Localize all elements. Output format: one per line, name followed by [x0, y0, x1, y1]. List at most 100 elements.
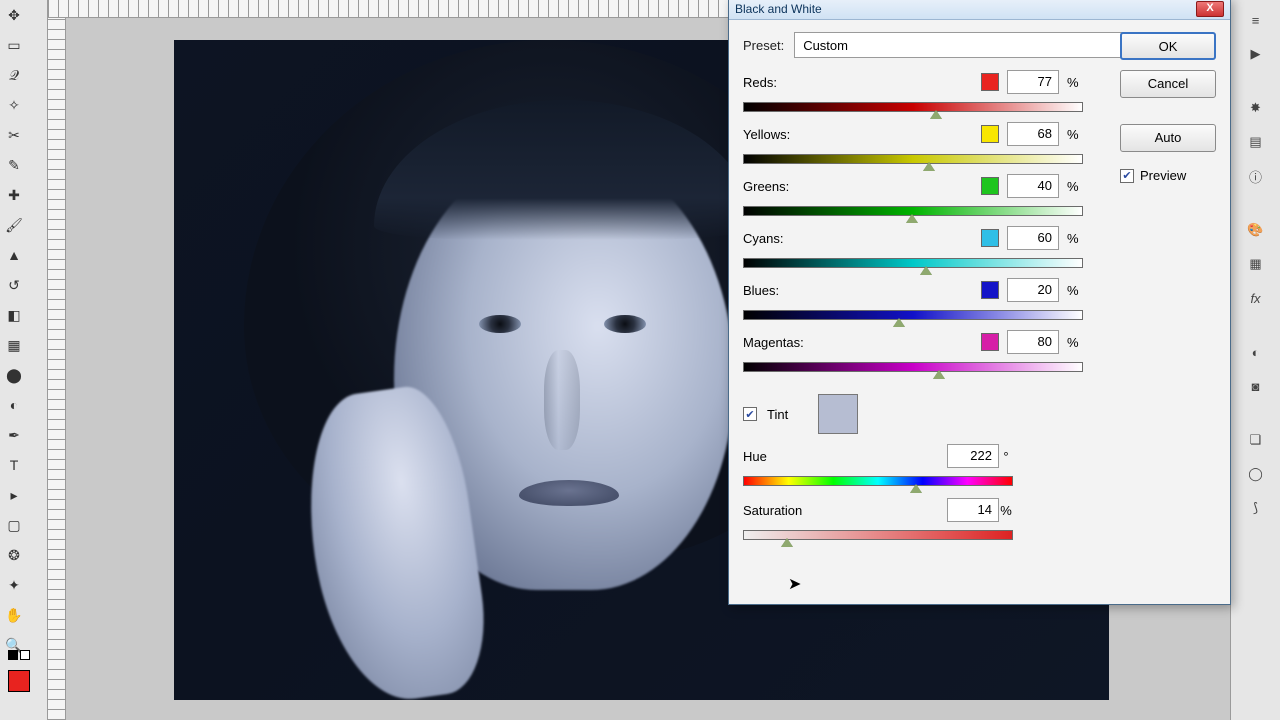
tint-checkbox[interactable]: ✔: [743, 407, 757, 421]
channel-swatch: [981, 333, 999, 351]
history-brush-tool-icon[interactable]: ↺: [2, 273, 26, 297]
percent-label: %: [1067, 335, 1083, 350]
path-select-tool-icon[interactable]: ▸: [2, 483, 26, 507]
blur-tool-icon[interactable]: ⬤: [2, 363, 26, 387]
auto-button[interactable]: Auto: [1120, 124, 1216, 152]
channel-gradient: [743, 362, 1083, 372]
histogram-icon[interactable]: ▤: [1242, 128, 1270, 156]
channel-slider[interactable]: [743, 306, 1083, 326]
channel-thumb[interactable]: [893, 318, 905, 327]
channel-slider[interactable]: [743, 254, 1083, 274]
type-tool-icon[interactable]: T: [2, 453, 26, 477]
foreground-color-swatch[interactable]: [8, 670, 30, 692]
channels-icon[interactable]: ◯: [1242, 460, 1270, 488]
channel-row: Blues:20%: [743, 278, 1083, 326]
channel-swatch: [981, 229, 999, 247]
channel-slider[interactable]: [743, 358, 1083, 378]
image-content: [479, 315, 521, 333]
channel-gradient: [743, 310, 1083, 320]
channel-swatch: [981, 73, 999, 91]
tint-label: Tint: [767, 407, 788, 422]
crop-tool-icon[interactable]: ✂: [2, 123, 26, 147]
ok-button[interactable]: OK: [1120, 32, 1216, 60]
percent-label: %: [1067, 75, 1083, 90]
channel-value-input[interactable]: 77: [1007, 70, 1059, 94]
brush-tool-icon[interactable]: 🖌: [2, 213, 26, 237]
channel-thumb[interactable]: [906, 214, 918, 223]
channel-row: Yellows:68%: [743, 122, 1083, 170]
hue-label: Hue: [743, 449, 947, 464]
hue-slider[interactable]: [743, 472, 1013, 492]
saturation-thumb[interactable]: [781, 538, 793, 547]
paths-icon[interactable]: ⟆: [1242, 494, 1270, 522]
channel-slider[interactable]: [743, 98, 1083, 118]
tint-color-swatch[interactable]: [818, 394, 858, 434]
dialog-titlebar[interactable]: Black and White X: [729, 0, 1230, 20]
channel-gradient: [743, 258, 1083, 268]
default-colors-icon[interactable]: [8, 650, 18, 660]
channel-row: Magentas: 80%: [743, 330, 1083, 378]
channel-swatch: [981, 177, 999, 195]
shape-tool-icon[interactable]: ▢: [2, 513, 26, 537]
gradient-tool-icon[interactable]: ▦: [2, 333, 26, 357]
hue-gradient: [743, 476, 1013, 486]
hue-thumb[interactable]: [910, 484, 922, 493]
cancel-button[interactable]: Cancel: [1120, 70, 1216, 98]
channel-label: Magentas:: [743, 335, 973, 350]
masks-icon[interactable]: ◙: [1242, 372, 1270, 400]
image-content: [519, 480, 619, 506]
move-tool-icon[interactable]: ✥: [2, 3, 26, 27]
adjustments-icon[interactable]: ◐: [1242, 338, 1270, 366]
channel-thumb[interactable]: [930, 110, 942, 119]
play-icon[interactable]: ▶: [1242, 40, 1270, 68]
channel-thumb[interactable]: [920, 266, 932, 275]
healing-tool-icon[interactable]: ✚: [2, 183, 26, 207]
preview-label: Preview: [1140, 168, 1186, 183]
styles-icon[interactable]: fx: [1242, 284, 1270, 312]
close-icon[interactable]: X: [1196, 1, 1224, 17]
preview-checkbox[interactable]: ✔: [1120, 169, 1134, 183]
preset-value: Custom: [803, 38, 848, 53]
dodge-tool-icon[interactable]: ◐: [2, 393, 26, 417]
percent-label: %: [1067, 231, 1083, 246]
channel-slider[interactable]: [743, 202, 1083, 222]
channel-gradient: [743, 154, 1083, 164]
3d-camera-tool-icon[interactable]: ✦: [2, 573, 26, 597]
channel-slider[interactable]: [743, 150, 1083, 170]
toolbox: ✥ ▭ 𝒬 ✧ ✂ ✎ ✚ 🖌 ▲ ↺ ◧ ▦ ⬤ ◐ ✒ T ▸ ▢ ❂ ✦ …: [0, 0, 48, 720]
channel-value-input[interactable]: 40: [1007, 174, 1059, 198]
swap-colors-icon[interactable]: [20, 650, 30, 660]
expand-panels-icon[interactable]: ≡: [1242, 6, 1270, 34]
saturation-input[interactable]: 14: [947, 498, 999, 522]
stamp-tool-icon[interactable]: ▲: [2, 243, 26, 267]
hue-input[interactable]: 222: [947, 444, 999, 468]
wand-tool-icon[interactable]: ✧: [2, 93, 26, 117]
image-content: [544, 350, 580, 450]
channel-value-input[interactable]: 20: [1007, 278, 1059, 302]
channel-value-input[interactable]: 80: [1007, 330, 1059, 354]
eyedropper-tool-icon[interactable]: ✎: [2, 153, 26, 177]
percent-label: %: [1067, 283, 1083, 298]
channel-value-input[interactable]: 60: [1007, 226, 1059, 250]
dialog-title: Black and White: [735, 2, 1196, 16]
info-icon[interactable]: ⓘ: [1242, 162, 1270, 190]
channel-label: Greens:: [743, 179, 973, 194]
navigator-icon[interactable]: ✸: [1242, 94, 1270, 122]
color-icon[interactable]: 🎨: [1242, 216, 1270, 244]
channel-thumb[interactable]: [923, 162, 935, 171]
pen-tool-icon[interactable]: ✒: [2, 423, 26, 447]
layers-icon[interactable]: ❏: [1242, 426, 1270, 454]
swatches-icon[interactable]: ▦: [1242, 250, 1270, 278]
eraser-tool-icon[interactable]: ◧: [2, 303, 26, 327]
percent-label: %: [1067, 127, 1083, 142]
hand-tool-icon[interactable]: ✋: [2, 603, 26, 627]
channel-swatch: [981, 281, 999, 299]
preset-label: Preset:: [743, 38, 784, 53]
channel-value-input[interactable]: 68: [1007, 122, 1059, 146]
lasso-tool-icon[interactable]: 𝒬: [2, 63, 26, 87]
marquee-tool-icon[interactable]: ▭: [2, 33, 26, 57]
channel-thumb[interactable]: [933, 370, 945, 379]
3d-tool-icon[interactable]: ❂: [2, 543, 26, 567]
channel-gradient: [743, 102, 1083, 112]
saturation-slider[interactable]: [743, 526, 1013, 546]
